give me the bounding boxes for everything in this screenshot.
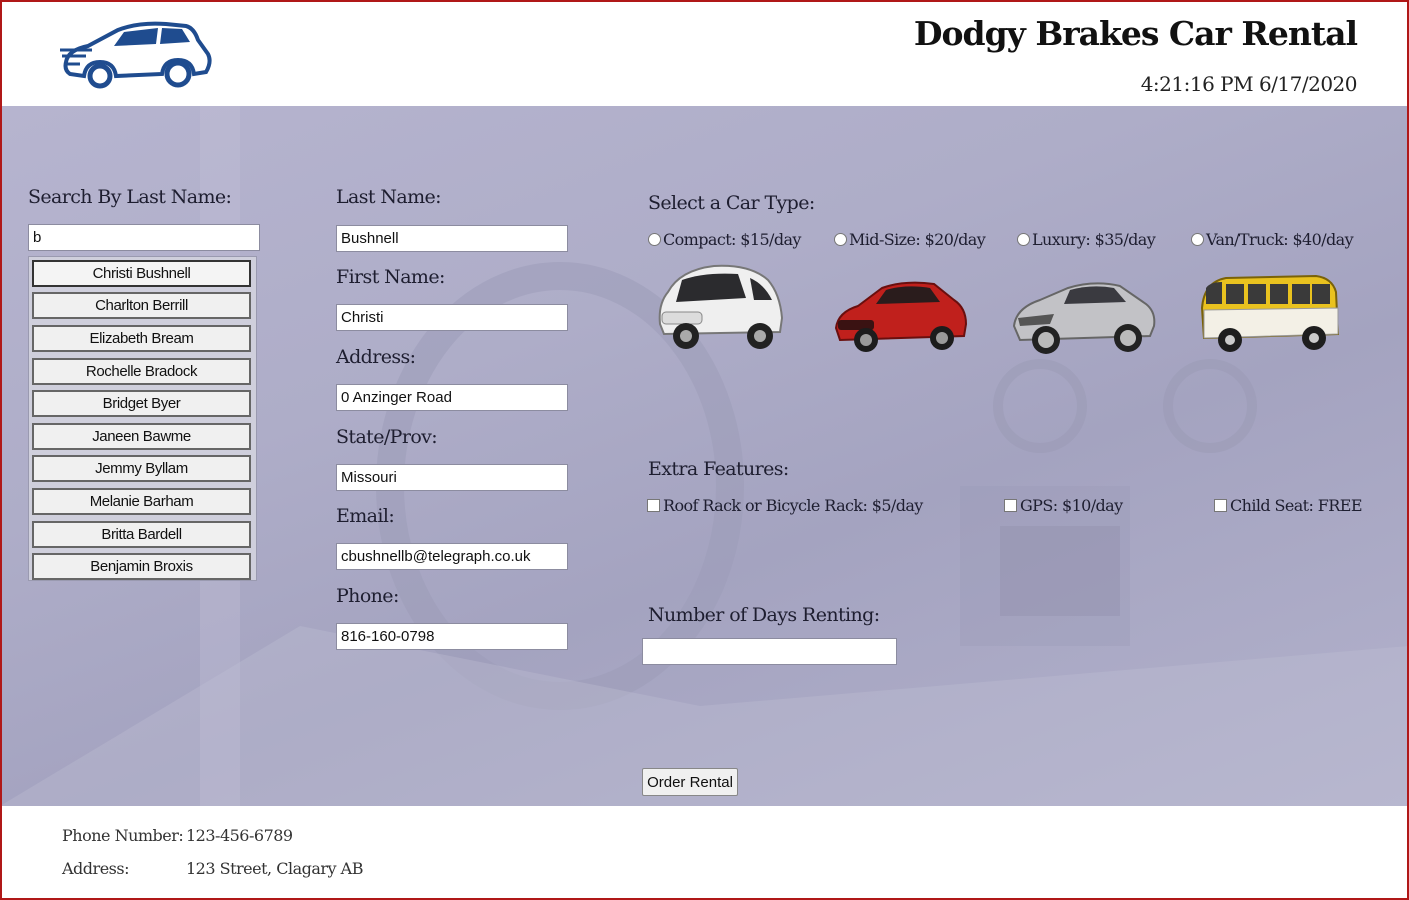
result-button[interactable]: Benjamin Broxis: [32, 553, 251, 580]
days-input[interactable]: [642, 638, 897, 665]
last-name-label: Last Name:: [336, 186, 442, 208]
result-button[interactable]: Jemmy Byllam: [32, 455, 251, 482]
days-label: Number of Days Renting:: [648, 604, 880, 626]
result-button[interactable]: Janeen Bawme: [32, 423, 251, 450]
compact-car-icon: [658, 264, 784, 349]
extra-gps[interactable]: GPS: $10/day: [1004, 496, 1123, 515]
car-type-midsize[interactable]: Mid-Size: $20/day: [834, 230, 986, 249]
car-type-label: Select a Car Type:: [648, 192, 815, 214]
search-label: Search By Last Name:: [28, 186, 232, 208]
result-button[interactable]: Melanie Barham: [32, 488, 251, 515]
state-label: State/Prov:: [336, 426, 438, 448]
extra-child-seat[interactable]: Child Seat: FREE: [1214, 496, 1363, 515]
footer-address-label: Address:: [62, 859, 129, 878]
luxury-car-icon: [1012, 282, 1156, 354]
address-label: Address:: [336, 346, 416, 368]
result-button[interactable]: Britta Bardell: [32, 521, 251, 548]
search-input[interactable]: b: [28, 224, 260, 251]
state-field[interactable]: Missouri: [336, 464, 568, 491]
footer: Phone Number: 123-456-6789 Address: 123 …: [0, 806, 1409, 900]
car-type-luxury[interactable]: Luxury: $35/day: [1017, 230, 1156, 249]
car-type-luxury-label: Luxury: $35/day: [1032, 230, 1156, 249]
footer-phone-label: Phone Number:: [62, 826, 184, 845]
last-name-field[interactable]: Bushnell: [336, 225, 568, 252]
car-type-van-label: Van/Truck: $40/day: [1206, 230, 1354, 249]
order-rental-button[interactable]: Order Rental: [642, 768, 738, 796]
extra-roof-rack-label: Roof Rack or Bicycle Rack: $5/day: [663, 496, 923, 515]
page-title: Dodgy Brakes Car Rental: [913, 14, 1358, 53]
extra-gps-label: GPS: $10/day: [1020, 496, 1123, 515]
car-type-compact[interactable]: Compact: $15/day: [648, 230, 801, 249]
extra-child-seat-label: Child Seat: FREE: [1230, 496, 1363, 515]
footer-address: 123 Street, Clagary AB: [186, 859, 363, 878]
radio-button[interactable]: [1017, 233, 1030, 246]
email-field[interactable]: cbushnellb@telegraph.co.uk: [336, 543, 568, 570]
extra-roof-rack[interactable]: Roof Rack or Bicycle Rack: $5/day: [647, 496, 923, 515]
footer-phone: 123-456-6789: [186, 826, 293, 845]
car-type-midsize-label: Mid-Size: $20/day: [849, 230, 986, 249]
midsize-car-icon: [834, 281, 968, 352]
result-button[interactable]: Elizabeth Bream: [32, 325, 251, 352]
header: Dodgy Brakes Car Rental 4:21:16 PM 6/17/…: [0, 0, 1409, 106]
radio-button[interactable]: [834, 233, 847, 246]
result-button[interactable]: Charlton Berrill: [32, 292, 251, 319]
first-name-field[interactable]: Christi: [336, 304, 568, 331]
radio-button[interactable]: [1191, 233, 1204, 246]
checkbox[interactable]: [1214, 499, 1227, 512]
clock: 4:21:16 PM 6/17/2020: [1140, 72, 1358, 96]
car-logo-icon: [60, 21, 212, 89]
phone-label: Phone:: [336, 585, 399, 607]
van-icon: [1200, 274, 1340, 352]
phone-field[interactable]: 816-160-0798: [336, 623, 568, 650]
car-type-compact-label: Compact: $15/day: [663, 230, 801, 249]
car-type-van[interactable]: Van/Truck: $40/day: [1191, 230, 1354, 249]
search-results-list: Christi Bushnell Charlton Berrill Elizab…: [28, 256, 257, 581]
extras-label: Extra Features:: [648, 458, 789, 480]
result-button[interactable]: Christi Bushnell: [32, 260, 251, 287]
address-field[interactable]: 0 Anzinger Road: [336, 384, 568, 411]
checkbox[interactable]: [1004, 499, 1017, 512]
result-button[interactable]: Bridget Byer: [32, 390, 251, 417]
email-label: Email:: [336, 505, 395, 527]
radio-button[interactable]: [648, 233, 661, 246]
checkbox[interactable]: [647, 499, 660, 512]
result-button[interactable]: Rochelle Bradock: [32, 358, 251, 385]
first-name-label: First Name:: [336, 266, 445, 288]
